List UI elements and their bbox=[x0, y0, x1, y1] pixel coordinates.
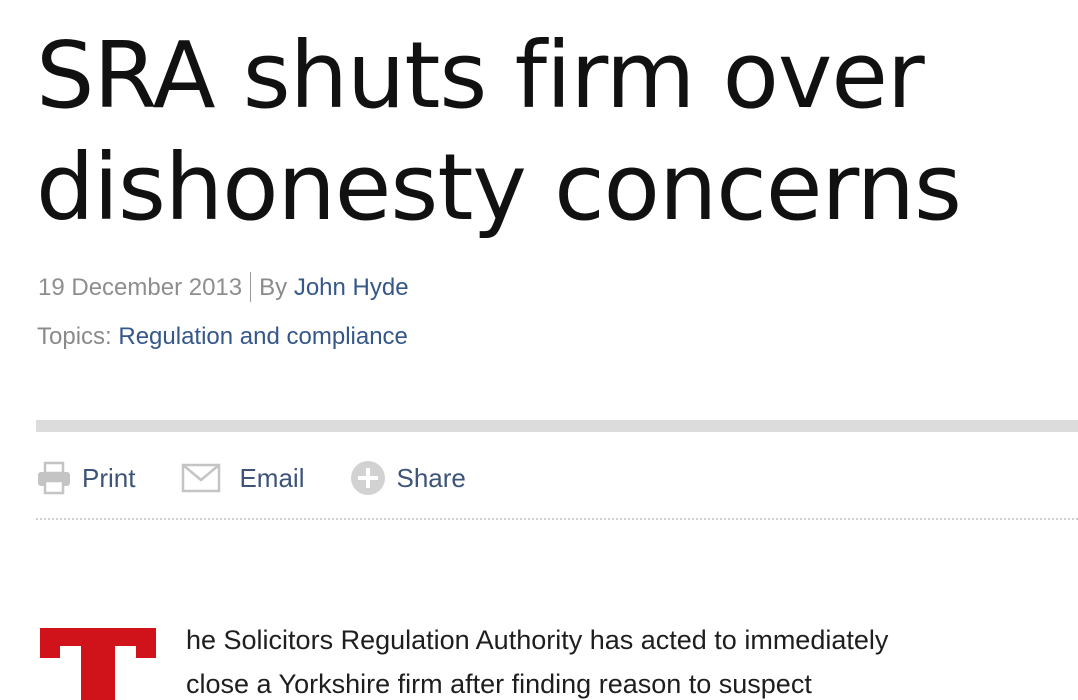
byline-prefix: By bbox=[259, 274, 288, 301]
meta-divider bbox=[250, 271, 252, 302]
headline-line-1: SRA shuts firm over bbox=[36, 22, 925, 129]
article-headline: SRA shuts firm over dishonesty concerns bbox=[36, 20, 1076, 244]
share-toolbar: Print Email Share bbox=[36, 455, 512, 501]
envelope-icon bbox=[181, 463, 221, 493]
printer-icon bbox=[36, 460, 72, 496]
print-button[interactable]: Print bbox=[36, 460, 135, 496]
share-label: Share bbox=[396, 462, 466, 493]
print-label: Print bbox=[82, 462, 136, 493]
article-body-intro: he Solicitors Regulation Authority has a… bbox=[186, 618, 1066, 700]
topics-label: Topics: bbox=[37, 323, 112, 350]
article-meta: 19 December 2013 By John Hyde bbox=[38, 271, 409, 304]
share-bar-divider bbox=[36, 518, 1078, 520]
publish-date: 19 December 2013 bbox=[38, 274, 243, 301]
article-topics: Topics: Regulation and compliance bbox=[37, 322, 408, 352]
section-divider bbox=[36, 420, 1078, 432]
share-button[interactable]: Share bbox=[350, 460, 466, 496]
dropcap-letter bbox=[40, 628, 156, 700]
headline-line-2: dishonesty concerns bbox=[36, 134, 962, 241]
email-button[interactable]: Email bbox=[181, 463, 304, 494]
plus-circle-icon bbox=[350, 460, 386, 496]
body-line: close a Yorkshire firm after finding rea… bbox=[186, 669, 812, 699]
body-line: he Solicitors Regulation Authority has a… bbox=[186, 625, 889, 655]
email-label: Email bbox=[239, 462, 305, 493]
author-link[interactable]: John Hyde bbox=[294, 274, 409, 301]
topic-link-regulation[interactable]: Regulation and compliance bbox=[118, 323, 408, 350]
